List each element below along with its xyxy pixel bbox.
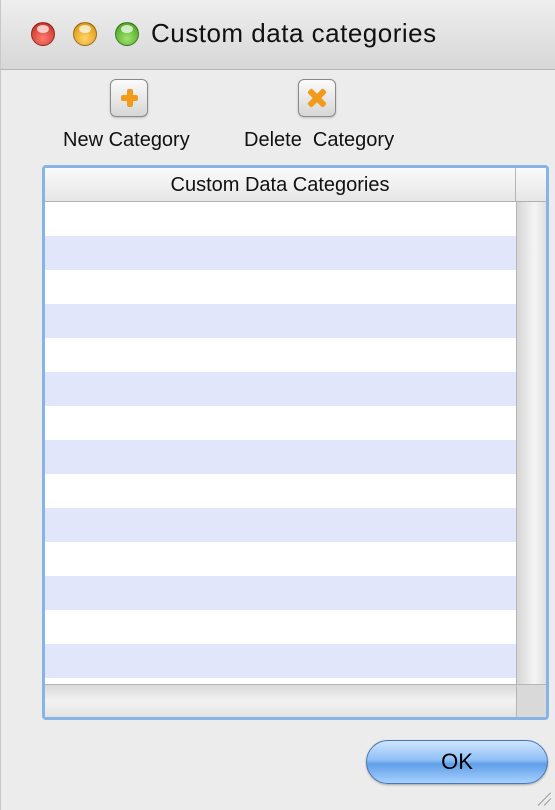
column-header-custom-data-categories[interactable]: Custom Data Categories	[45, 168, 516, 202]
scroll-corner	[516, 684, 546, 717]
window-title: Custom data categories	[151, 18, 437, 48]
vertical-scrollbar[interactable]	[516, 202, 546, 684]
table-row[interactable]	[45, 372, 516, 406]
close-window-button[interactable]	[31, 22, 55, 46]
new-category-button[interactable]	[110, 79, 148, 117]
plus-icon	[121, 89, 138, 107]
table-row[interactable]	[45, 474, 516, 508]
table-row[interactable]	[45, 270, 516, 304]
delete-category-button[interactable]	[298, 79, 336, 117]
categories-table[interactable]: Custom Data Categories	[42, 165, 549, 720]
table-row[interactable]	[45, 338, 516, 372]
table-row[interactable]	[45, 406, 516, 440]
table-row[interactable]	[45, 508, 516, 542]
table-row[interactable]	[45, 236, 516, 270]
header-corner	[516, 168, 546, 202]
x-icon	[307, 88, 327, 108]
new-category-label[interactable]: New Category	[63, 129, 190, 152]
minimize-window-button[interactable]	[73, 22, 97, 46]
horizontal-scrollbar[interactable]	[45, 684, 516, 717]
ok-button[interactable]: OK	[366, 740, 548, 784]
table-row[interactable]	[45, 304, 516, 338]
dialog-window: Custom data categories New Category Dele…	[0, 0, 555, 810]
table-rows[interactable]	[45, 202, 516, 684]
table-row[interactable]	[45, 202, 516, 236]
table-row[interactable]	[45, 542, 516, 576]
table-row[interactable]	[45, 576, 516, 610]
resize-grip-icon[interactable]	[534, 788, 552, 806]
table-row[interactable]	[45, 440, 516, 474]
table-row[interactable]	[45, 610, 516, 644]
zoom-window-button[interactable]	[115, 22, 139, 46]
table-row[interactable]	[45, 644, 516, 678]
delete-category-label[interactable]: Delete Category	[244, 129, 394, 152]
title-bar[interactable]: Custom data categories	[1, 0, 555, 70]
